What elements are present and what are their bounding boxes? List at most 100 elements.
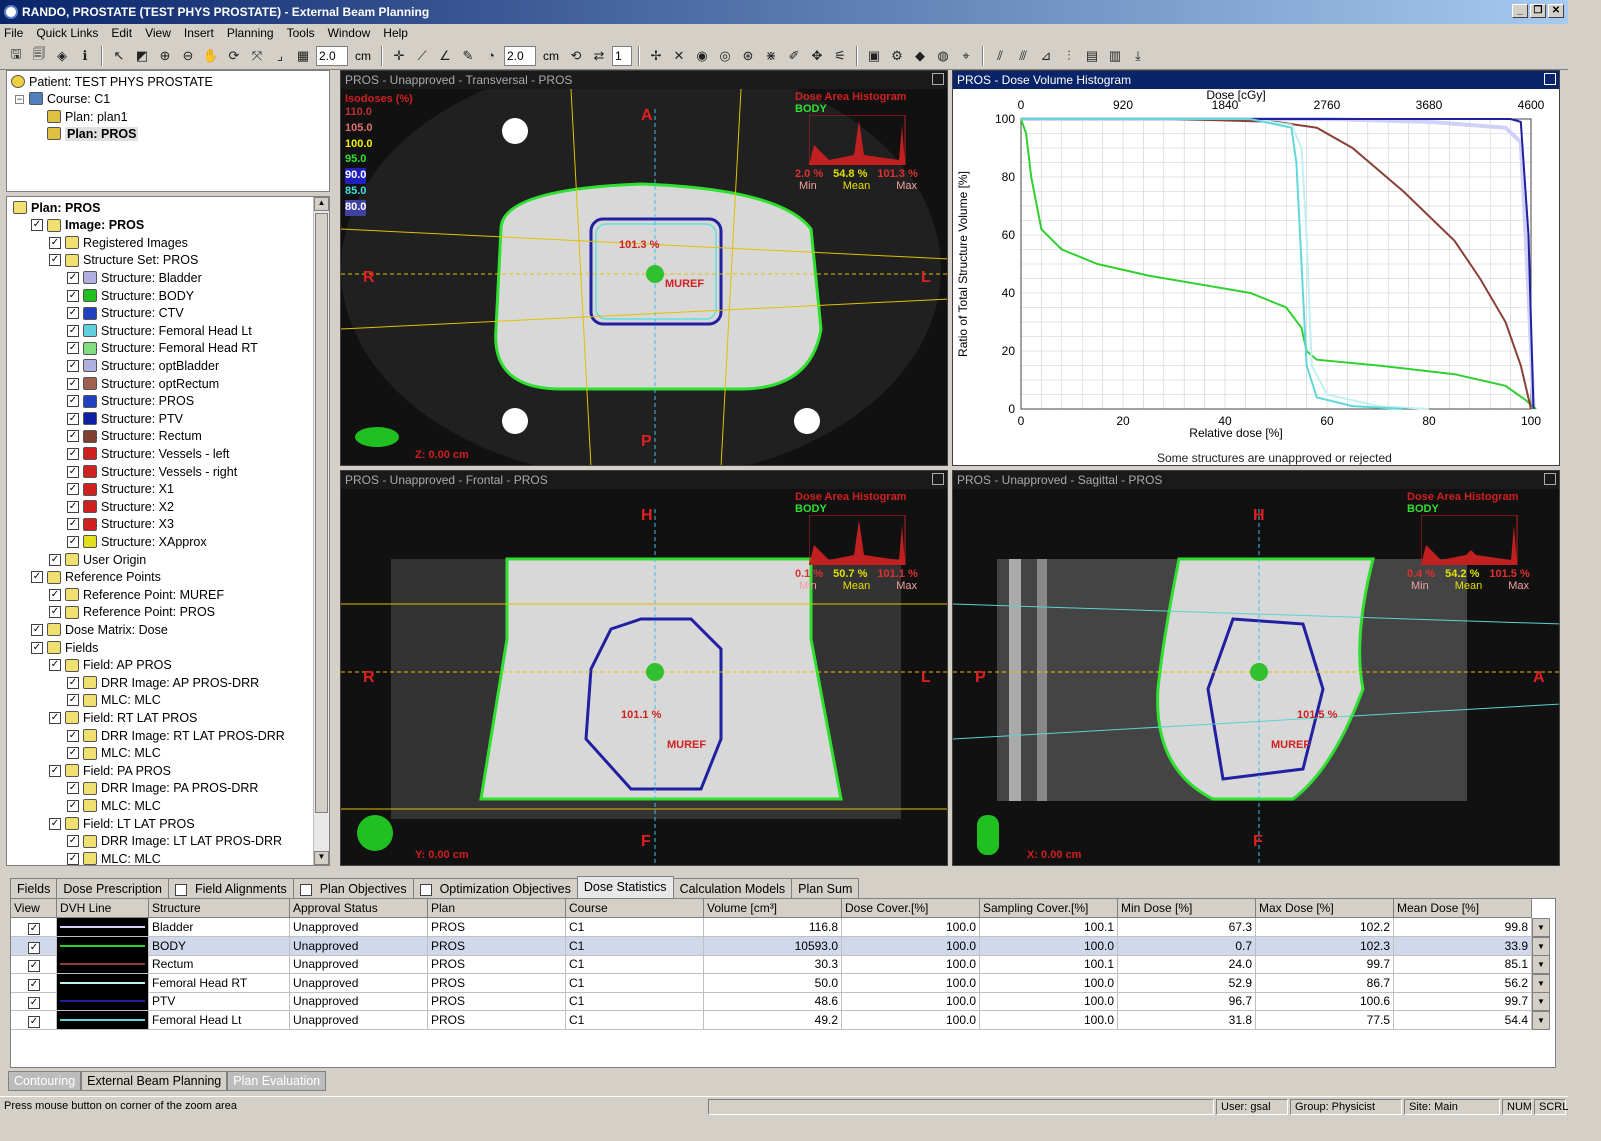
column-header[interactable]: View [11, 899, 57, 918]
checkbox[interactable]: ✓ [67, 430, 79, 443]
checkbox[interactable]: ✓ [67, 747, 79, 760]
menu-edit[interactable]: Edit [111, 26, 132, 40]
table-row[interactable]: ✓ Bladder Unapproved PROS C1 116.8 100.0 100.1 6… [11, 918, 1550, 937]
tab-checkbox[interactable] [175, 883, 187, 896]
row-dropdown-icon[interactable]: ▼ [1532, 992, 1550, 1012]
tree-node[interactable]: ✓ Structure: PTV [67, 410, 183, 427]
maximize-icon[interactable] [932, 473, 944, 485]
block-icon[interactable]: ✐ [784, 46, 804, 66]
tree-node[interactable]: ✓ DRR Image: PA PROS-DRR [67, 780, 258, 797]
column-header[interactable]: DVH Line [57, 899, 149, 918]
table-row[interactable]: ✓ Femoral Head RT Unapproved PROS C1 50.0 100.… [11, 973, 1550, 993]
angle-icon[interactable]: ∠ [435, 46, 455, 66]
dvh-view[interactable]: PROS - Dose Volume Histogram 0 20 40 60 80 10… [952, 70, 1560, 466]
tree-node[interactable]: ✓ Structure: X2 [67, 498, 174, 515]
dose-icon[interactable]: ◍ [933, 46, 953, 66]
tree-node[interactable]: ✓ Structure: PROS [67, 393, 194, 410]
workspace-tab-plan-evaluation[interactable]: Plan Evaluation [227, 1071, 327, 1091]
tab-optimization-objectives[interactable]: Optimization Objectives [412, 878, 578, 898]
checkbox[interactable]: ✓ [67, 359, 79, 372]
zoom-in-icon[interactable]: ⊕ [155, 46, 175, 66]
tree-node[interactable]: Plan: PROS [13, 199, 100, 216]
tree-node[interactable]: ✓ Fields [31, 639, 98, 656]
view-cell[interactable]: ✓ [11, 1011, 57, 1030]
menu-quick-links[interactable]: Quick Links [36, 26, 98, 40]
maximize-icon[interactable] [1544, 473, 1556, 485]
checkbox[interactable]: ✓ [49, 588, 61, 601]
tree-node[interactable]: ✓ Structure: Vessels - right [67, 463, 237, 480]
dvh-icon[interactable]: ⫽ [990, 46, 1010, 66]
save-all-icon[interactable]: 🗐 [29, 46, 49, 66]
row-dropdown-icon[interactable]: ▼ [1532, 936, 1550, 956]
tab-plan-objectives[interactable]: Plan Objectives [292, 878, 414, 898]
tab-plan-sum[interactable]: Plan Sum [791, 878, 860, 898]
tree-node[interactable]: ✓ Structure: optBladder [67, 357, 219, 374]
checkbox[interactable]: ✓ [67, 500, 79, 513]
wedge-icon[interactable]: ⋇ [761, 46, 781, 66]
tree-plan-plan1[interactable]: Plan: plan1 [47, 108, 128, 125]
crosshair-icon[interactable]: ✛ [389, 46, 409, 66]
checkbox[interactable]: ✓ [67, 412, 79, 425]
table-row[interactable]: ✓ Femoral Head Lt Unapproved PROS C1 49.2 100.… [11, 1011, 1550, 1030]
pan-icon[interactable]: ✋ [201, 46, 221, 66]
workspace-tab-contouring[interactable]: Contouring [8, 1071, 82, 1091]
column-header[interactable]: Min Dose [%] [1118, 899, 1256, 918]
margin-size-input[interactable]: 2.0 [504, 45, 536, 66]
measure-icon[interactable]: ⌟ [270, 46, 290, 66]
checkbox[interactable]: ✓ [49, 254, 61, 267]
tree-node[interactable]: ✓ MLC: MLC [67, 745, 161, 762]
tree-node[interactable]: ✓ Registered Images [49, 234, 188, 251]
pen-icon[interactable]: ✎ [458, 46, 478, 66]
column-header[interactable]: Sampling Cover.[%] [980, 899, 1118, 918]
checkbox[interactable]: ✓ [49, 764, 61, 777]
ruler-icon[interactable]: ⟋ [412, 46, 432, 66]
collimator-icon[interactable]: ◎ [715, 46, 735, 66]
checkbox[interactable]: ✓ [49, 236, 61, 249]
menu-planning[interactable]: Planning [227, 26, 274, 40]
view-cell[interactable]: ✓ [11, 936, 57, 956]
checkbox[interactable]: ✓ [67, 835, 79, 848]
tree-node[interactable]: ✓ Field: AP PROS [49, 657, 172, 674]
minimize-button[interactable]: _ [1512, 4, 1528, 18]
view-cell[interactable]: ✓ [11, 992, 57, 1012]
tree-node[interactable]: ✓ Structure: CTV [67, 305, 184, 322]
tree-node[interactable]: ✓ Structure: Femoral Head RT [67, 340, 258, 357]
tree-node[interactable]: ✓ DRR Image: AP PROS-DRR [67, 674, 259, 691]
bolus-icon[interactable]: ⚟ [830, 46, 850, 66]
menu-insert[interactable]: Insert [184, 26, 214, 40]
tree-node[interactable]: ✓ Reference Points [31, 569, 161, 586]
tree-plan-pros[interactable]: Plan: PROS [47, 125, 139, 142]
workspace-tab-external-beam-planning[interactable]: External Beam Planning [81, 1071, 228, 1091]
tree-node[interactable]: ✓ MLC: MLC [67, 692, 161, 709]
fit-icon[interactable]: ⤧ [247, 46, 267, 66]
checkbox[interactable]: ✓ [49, 659, 61, 672]
checkbox[interactable]: ✓ [67, 271, 79, 284]
column-header[interactable]: Course [566, 899, 704, 918]
render-3d-icon[interactable]: ◆ [910, 46, 930, 66]
slice-count-input[interactable]: 1 [612, 45, 632, 66]
column-header[interactable]: Structure [149, 899, 290, 918]
navigate-icon[interactable]: ◈ [52, 46, 72, 66]
close-button[interactable]: ✕ [1548, 4, 1564, 18]
tree-node[interactable]: ✓ Structure: Rectum [67, 428, 202, 445]
optimize-icon[interactable]: ⚙ [887, 46, 907, 66]
checkbox[interactable]: ✓ [49, 606, 61, 619]
gantry-icon[interactable]: ◉ [692, 46, 712, 66]
scroll-thumb[interactable] [315, 213, 328, 813]
row-dropdown-icon[interactable]: ▼ [1532, 955, 1550, 975]
report-icon[interactable]: ▥ [1105, 46, 1125, 66]
view-checkbox[interactable]: ✓ [28, 997, 40, 1010]
checkbox[interactable]: ✓ [67, 465, 79, 478]
column-header[interactable]: Volume [cm³] [704, 899, 842, 918]
row-dropdown-icon[interactable]: ▼ [1532, 918, 1550, 937]
tree-node[interactable]: ✓ Structure: Vessels - left [67, 445, 230, 462]
tree-node[interactable]: ✓ Field: RT LAT PROS [49, 709, 197, 726]
info-icon[interactable]: ℹ [75, 46, 95, 66]
view-cell[interactable]: ✓ [11, 955, 57, 975]
checkbox[interactable]: ✓ [67, 694, 79, 707]
tab-checkbox[interactable] [419, 883, 432, 896]
copy-structure-icon[interactable]: ⟲ [566, 46, 586, 66]
checkbox[interactable]: ✓ [67, 852, 79, 865]
frontal-view[interactable]: PROS - Unapproved - Frontal - PROS Dose … [340, 470, 948, 866]
interpolate-icon[interactable]: ⇄ [589, 46, 609, 66]
